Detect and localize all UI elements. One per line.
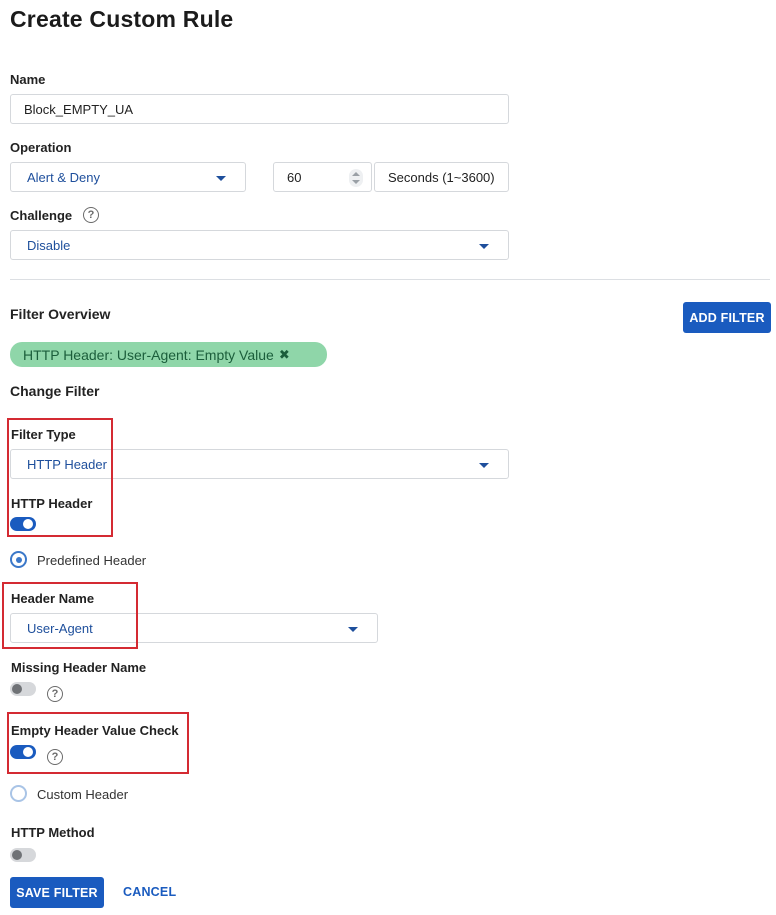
section-divider (10, 279, 770, 280)
name-input-value: Block_EMPTY_UA (24, 101, 134, 117)
operation-select[interactable]: Alert & Deny (10, 162, 246, 192)
predefined-header-radio[interactable] (10, 551, 27, 568)
http-method-label: HTTP Method (11, 825, 95, 840)
caret-down-icon (348, 627, 358, 632)
filter-chip[interactable]: HTTP Header: User-Agent: Empty Value ✖ (10, 342, 327, 367)
name-input[interactable]: Block_EMPTY_UA (10, 94, 509, 124)
caret-down-icon (479, 244, 489, 249)
operation-select-value: Alert & Deny (27, 169, 100, 185)
change-filter-title: Change Filter (10, 383, 100, 399)
help-icon[interactable]: ? (47, 686, 63, 702)
http-method-toggle[interactable] (10, 848, 36, 862)
duration-unit-addon: Seconds (1~3600) (374, 162, 509, 192)
duration-unit-text: Seconds (1~3600) (388, 169, 495, 185)
highlight-box-filter-type (7, 418, 113, 537)
name-label: Name (10, 72, 46, 87)
duration-input-value: 60 (287, 169, 302, 185)
filter-overview-title: Filter Overview (10, 306, 111, 322)
challenge-select-value: Disable (27, 237, 71, 253)
custom-header-radio[interactable] (10, 785, 27, 802)
add-filter-button[interactable]: ADD FILTER (683, 302, 771, 333)
duration-input[interactable]: 60 (273, 162, 372, 192)
highlight-box-header-name (2, 582, 138, 649)
challenge-label: Challenge (10, 208, 73, 223)
missing-header-name-label: Missing Header Name (11, 660, 147, 675)
highlight-box-empty-check (7, 712, 189, 774)
challenge-select[interactable]: Disable (10, 230, 509, 260)
cancel-button[interactable]: CANCEL (123, 885, 176, 899)
operation-label: Operation (10, 140, 72, 155)
page-title: Create Custom Rule (10, 6, 234, 32)
close-icon[interactable]: ✖ (279, 347, 290, 363)
caret-down-icon (479, 463, 489, 468)
missing-header-name-toggle[interactable] (10, 682, 36, 696)
filter-chip-label: HTTP Header: User-Agent: Empty Value (23, 346, 274, 363)
custom-header-label: Custom Header (37, 787, 129, 802)
caret-down-icon (216, 176, 226, 181)
help-icon[interactable]: ? (83, 207, 99, 223)
spinner-icon[interactable] (349, 169, 363, 187)
predefined-header-label: Predefined Header (37, 553, 147, 568)
save-filter-button[interactable]: SAVE FILTER (10, 877, 104, 908)
